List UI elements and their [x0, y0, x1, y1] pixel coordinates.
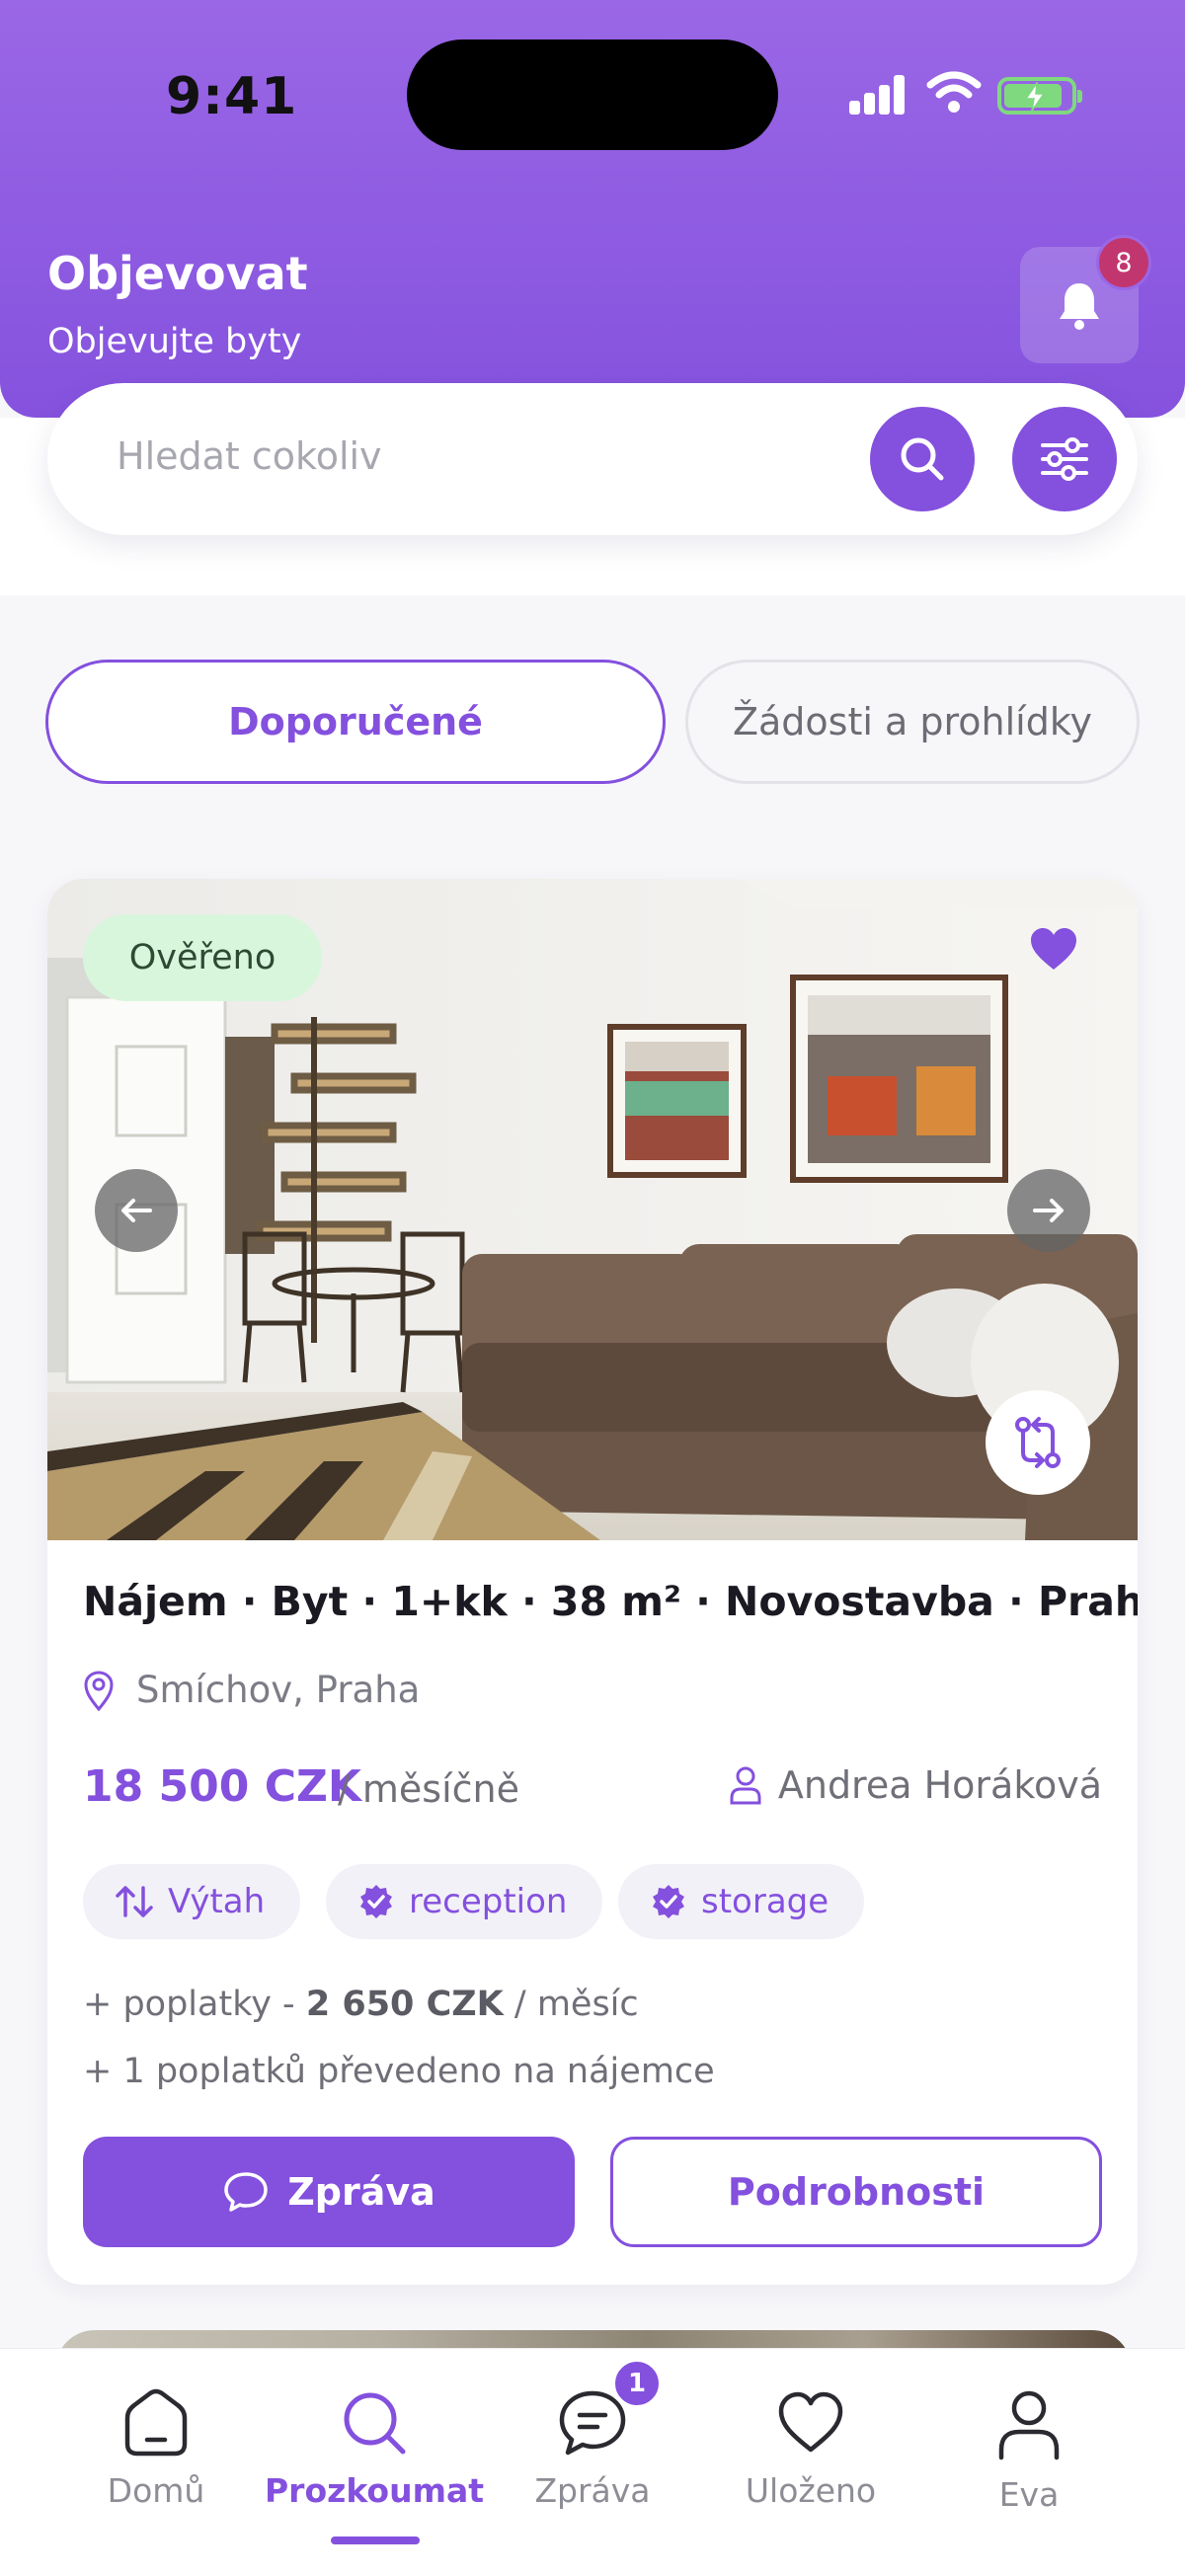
verified-check-icon [360, 1885, 392, 1918]
page-subtitle: Objevujte byty [47, 322, 302, 361]
nav-profile[interactable]: Eva [930, 2388, 1128, 2514]
tab-recommended[interactable]: Doporučené [45, 660, 666, 784]
tab-requests-viewings[interactable]: Žádosti a prohlídky [685, 660, 1140, 784]
dynamic-island [407, 39, 778, 150]
feature-chip-elevator: Výtah [83, 1864, 301, 1939]
listing-price: 18 500 CZK [83, 1761, 362, 1812]
bottom-navigation: Domů Prozkoumat Zpráva 1 Uloženo Eva [0, 2348, 1185, 2576]
active-tab-indicator [331, 2537, 420, 2544]
wifi-icon [926, 71, 982, 113]
search-button[interactable] [870, 407, 975, 511]
details-button[interactable]: Podrobnosti [610, 2137, 1102, 2247]
search-input[interactable]: Hledat cokoliv [47, 383, 1138, 535]
nav-label-saved: Uloženo [745, 2471, 877, 2510]
page-title: Objevovat [47, 247, 308, 300]
favorite-heart-icon[interactable] [1029, 926, 1078, 972]
messages-badge: 1 [612, 2359, 662, 2408]
location-pin-icon [84, 1670, 114, 1711]
nav-label-profile: Eva [998, 2475, 1060, 2514]
nav-label-messages: Zpráva [534, 2471, 651, 2510]
listing-photo[interactable]: Ověřeno [47, 879, 1138, 1540]
location-text: Smíchov, Praha [136, 1669, 421, 1711]
user-icon [730, 1766, 761, 1805]
nav-label-home: Domů [107, 2471, 205, 2510]
nav-label-explore: Prozkoumat [265, 2471, 484, 2510]
user-icon [998, 2390, 1060, 2460]
nav-explore[interactable]: Prozkoumat [265, 2388, 484, 2510]
elevator-arrows-icon [116, 1886, 153, 1917]
message-button-label: Zpráva [287, 2170, 435, 2214]
status-time: 9:41 [166, 67, 298, 126]
notifications-badge: 8 [1096, 235, 1151, 290]
nav-messages[interactable]: Zpráva [494, 2388, 691, 2510]
listing-location: Smíchov, Praha [83, 1669, 420, 1711]
feature-chip-reception: reception [326, 1864, 603, 1939]
verified-badge: Ověřeno [83, 914, 322, 1001]
nav-home[interactable]: Domů [57, 2388, 255, 2510]
nav-saved[interactable]: Uloženo [712, 2388, 909, 2510]
search-placeholder: Hledat cokoliv [117, 434, 382, 478]
agent-name: Andrea Horáková [777, 1763, 1102, 1807]
home-icon [124, 2388, 188, 2457]
fees-transferred: + 1 poplatků převedeno na nájemce [83, 2052, 715, 2091]
fees-amount: 2 650 CZK [305, 1985, 504, 2024]
previous-photo-button[interactable] [95, 1169, 178, 1252]
feature-label: storage [701, 1882, 830, 1921]
compare-arrows-icon [1015, 1417, 1061, 1468]
feature-label: reception [409, 1882, 568, 1921]
price-unit: / měsíčně [338, 1767, 519, 1811]
status-bar: 9:41 [0, 0, 1185, 150]
next-photo-button[interactable] [1007, 1169, 1090, 1252]
chat-bubble-icon [224, 2172, 268, 2212]
fees-prefix: + poplatky - [83, 1985, 306, 2024]
cellular-signal-icon [849, 75, 907, 115]
arrow-left-icon [121, 1199, 152, 1222]
fees-line: + poplatky - 2 650 CZK / měsíc [83, 1985, 639, 2024]
heart-icon [778, 2391, 843, 2453]
arrow-right-icon [1033, 1199, 1064, 1222]
message-button[interactable]: Zpráva [83, 2137, 575, 2247]
feature-label: Výtah [168, 1882, 266, 1921]
bell-icon [1060, 283, 1099, 330]
fees-suffix: / měsíc [503, 1985, 639, 2024]
sliders-icon [1041, 437, 1088, 481]
search-icon [344, 2392, 406, 2455]
listing-agent[interactable]: Andrea Horáková [729, 1763, 1102, 1807]
compare-button[interactable] [986, 1390, 1090, 1495]
verified-check-icon [653, 1885, 684, 1918]
filter-button[interactable] [1012, 407, 1117, 511]
battery-icon [997, 77, 1082, 115]
listing-title: Nájem · Byt · 1+kk · 38 m² · Novostavba … [83, 1578, 1138, 1625]
search-icon [901, 437, 944, 481]
listing-card[interactable]: Ověřeno Nájem · Byt · 1+kk · 38 m² · Nov… [47, 879, 1138, 2285]
feature-chip-storage: storage [618, 1864, 865, 1939]
